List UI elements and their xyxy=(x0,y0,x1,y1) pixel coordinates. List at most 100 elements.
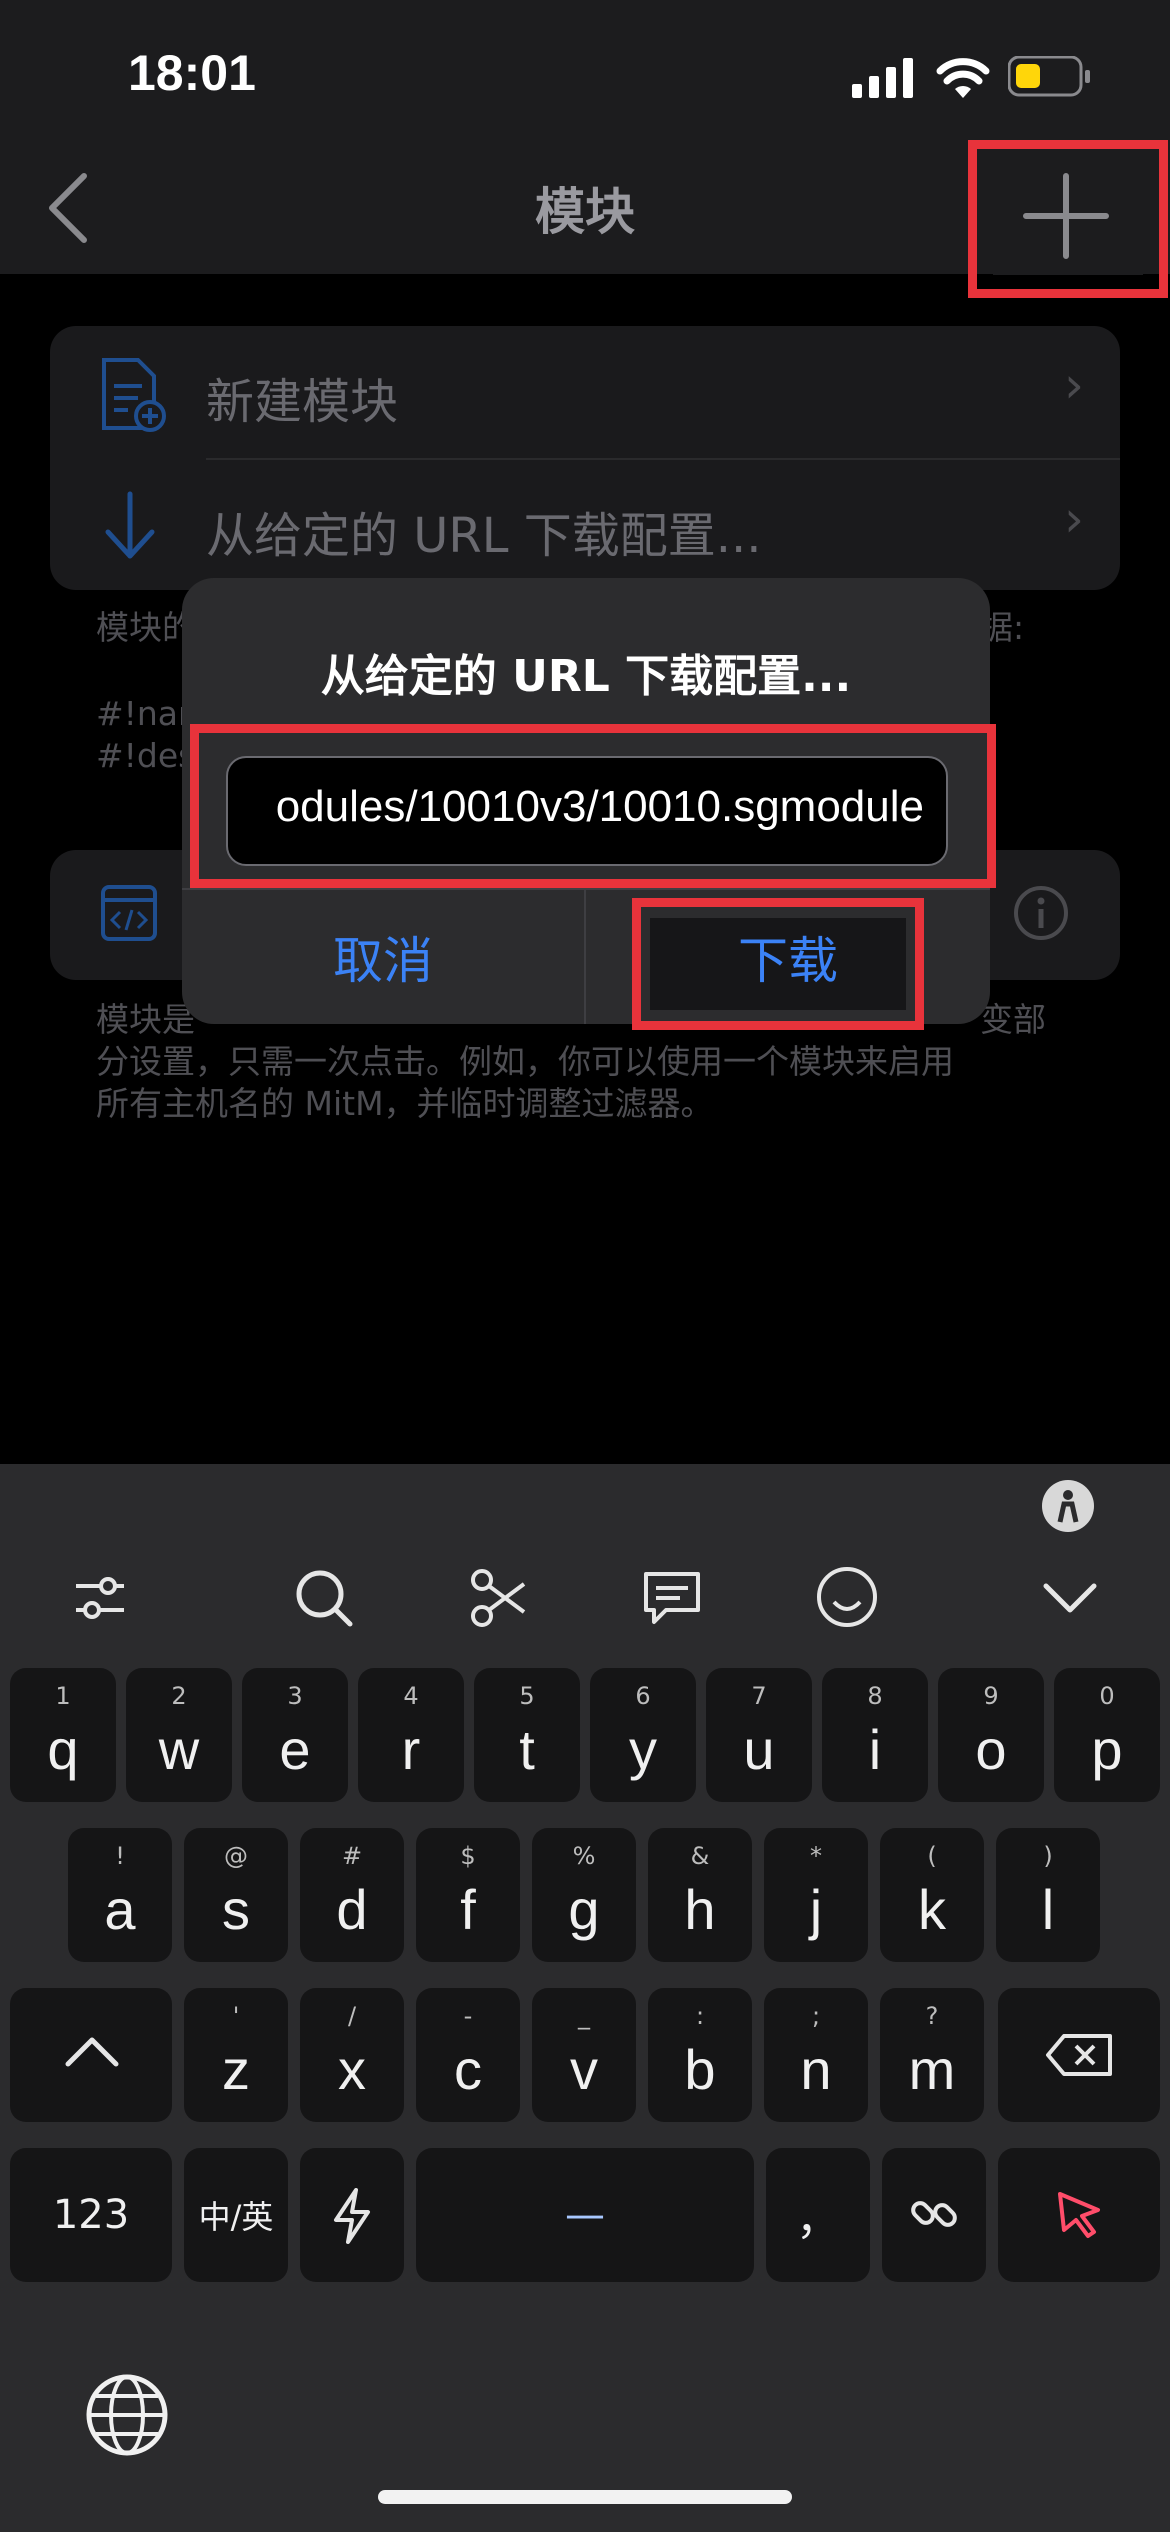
key-letter: i xyxy=(868,1718,882,1781)
key-symbol: $ xyxy=(460,1842,476,1870)
key-symbol: - xyxy=(463,2002,473,2030)
battery-icon xyxy=(1007,55,1092,102)
key-symbol: 6 xyxy=(635,1682,651,1710)
key-letter: u xyxy=(743,1718,775,1781)
key-letter: l xyxy=(1041,1878,1055,1941)
key-y[interactable]: 6y xyxy=(590,1668,696,1802)
key-letter: p xyxy=(1091,1718,1123,1781)
globe-icon[interactable] xyxy=(84,2372,170,2458)
key-symbol: _ xyxy=(578,2002,590,2030)
home-indicator xyxy=(378,2490,792,2504)
key-s[interactable]: @ s xyxy=(184,1828,288,1962)
chevron-right-icon: › xyxy=(1064,356,1084,414)
key-symbol: 1 xyxy=(55,1682,71,1710)
key-letter: w xyxy=(158,1718,200,1781)
key-r[interactable]: 4r xyxy=(358,1668,464,1802)
chevron-down-icon[interactable] xyxy=(1040,1576,1100,1620)
key-symbol: 2 xyxy=(171,1682,187,1710)
key-o[interactable]: 9o xyxy=(938,1668,1044,1802)
accessibility-icon[interactable] xyxy=(1040,1478,1096,1534)
download-url-row[interactable]: 从给定的 URL 下载配置... › xyxy=(50,460,1120,590)
key-d[interactable]: # d xyxy=(300,1828,404,1962)
cursor-key[interactable] xyxy=(998,2148,1160,2282)
download-button[interactable]: 下载 xyxy=(586,890,990,1024)
backspace-icon xyxy=(1046,2034,1112,2076)
code-editor-icon xyxy=(101,885,157,941)
key-b[interactable]: :b xyxy=(648,1988,752,2122)
key-letter: y xyxy=(629,1718,657,1781)
clipboard-chat-icon[interactable] xyxy=(640,1566,704,1630)
key-i[interactable]: 8i xyxy=(822,1668,928,1802)
key-e[interactable]: 3e xyxy=(242,1668,348,1802)
key-symbol: 9 xyxy=(983,1682,999,1710)
key-symbol: / xyxy=(347,2002,357,2030)
key-symbol: ' xyxy=(232,2002,240,2030)
key-letter: d xyxy=(336,1878,368,1941)
key-letter: b xyxy=(684,2038,716,2101)
shift-key[interactable] xyxy=(10,1988,172,2122)
key-l[interactable]: ) l xyxy=(996,1828,1100,1962)
cursor-pointer-icon xyxy=(1058,2192,1100,2238)
key-symbol: ( xyxy=(927,1842,937,1870)
settings-sliders-icon[interactable] xyxy=(70,1568,130,1628)
key-symbol: ; xyxy=(811,2002,821,2030)
key-letter: t xyxy=(519,1718,535,1781)
key-letter: a xyxy=(104,1878,136,1941)
new-module-label: 新建模块 xyxy=(206,374,399,430)
key-g[interactable]: % g xyxy=(532,1828,636,1962)
key-letter: o xyxy=(975,1718,1007,1781)
code-line-desc: #!des xyxy=(96,736,196,775)
key-symbol: 3 xyxy=(287,1682,303,1710)
search-icon[interactable] xyxy=(292,1566,356,1630)
emoji-icon[interactable] xyxy=(814,1564,880,1630)
key-c[interactable]: -c xyxy=(416,1988,520,2122)
lightning-key[interactable] xyxy=(300,2148,404,2282)
cancel-button[interactable]: 取消 xyxy=(182,890,584,1024)
download-url-label: 从给定的 URL 下载配置... xyxy=(206,508,762,564)
key-symbol: ! xyxy=(115,1842,125,1870)
key-letter: e xyxy=(279,1718,311,1781)
key-z[interactable]: ' z xyxy=(184,1988,288,2122)
key-n[interactable]: ; n xyxy=(764,1988,868,2122)
add-button[interactable] xyxy=(968,140,1168,298)
key-t[interactable]: 5t xyxy=(474,1668,580,1802)
signal-icon xyxy=(852,58,916,102)
key-j[interactable]: * j xyxy=(764,1828,868,1962)
info-icon[interactable] xyxy=(1012,884,1070,942)
key-letter: z xyxy=(222,2038,250,2101)
key-m[interactable]: ? m xyxy=(880,1988,984,2122)
language-switch-key[interactable]: 中/英 xyxy=(184,2148,288,2282)
url-input-value: odules/10010v3/10010.sgmodule xyxy=(275,782,924,831)
key-x[interactable]: / x xyxy=(300,1988,404,2122)
key-a[interactable]: ! a xyxy=(68,1828,172,1962)
key-letter: f xyxy=(460,1878,476,1941)
space-key[interactable]: — xyxy=(416,2148,754,2282)
key-symbol: 7 xyxy=(751,1682,767,1710)
key-v[interactable]: _ v xyxy=(532,1988,636,2122)
plus-icon xyxy=(1023,173,1109,259)
key-q[interactable]: 1q xyxy=(10,1668,116,1802)
lightning-icon xyxy=(334,2188,370,2244)
description-line2: 分设置，只需一次点击。例如，你可以使用一个模块来启用 xyxy=(96,1042,954,1081)
numbers-key[interactable]: 123 xyxy=(10,2148,172,2282)
key-symbol: 4 xyxy=(403,1682,419,1710)
link-key[interactable] xyxy=(882,2148,986,2282)
description-line3: 所有主机名的 MitM，并临时调整过滤器。 xyxy=(96,1084,714,1123)
url-input[interactable]: odules/10010v3/10010.sgmodule xyxy=(226,756,948,866)
key-f[interactable]: $ f xyxy=(416,1828,520,1962)
dialog-title: 从给定的 URL 下载配置... xyxy=(320,651,852,702)
key-w[interactable]: 2w xyxy=(126,1668,232,1802)
new-module-row[interactable]: 新建模块 › xyxy=(50,326,1120,458)
key-p[interactable]: 0p xyxy=(1054,1668,1160,1802)
key-letter: j xyxy=(809,1878,823,1941)
wifi-icon xyxy=(936,54,990,102)
punctuation-key[interactable]: ， xyxy=(766,2148,870,2282)
scissors-icon[interactable] xyxy=(468,1566,528,1630)
key-u[interactable]: 7u xyxy=(706,1668,812,1802)
shift-arrow-icon xyxy=(65,2037,119,2067)
backspace-key[interactable] xyxy=(998,1988,1160,2122)
key-letter: q xyxy=(47,1718,79,1781)
key-k[interactable]: (k xyxy=(880,1828,984,1962)
description-line1-start: 模块是 xyxy=(96,1000,195,1039)
key-h[interactable]: & h xyxy=(648,1828,752,1962)
